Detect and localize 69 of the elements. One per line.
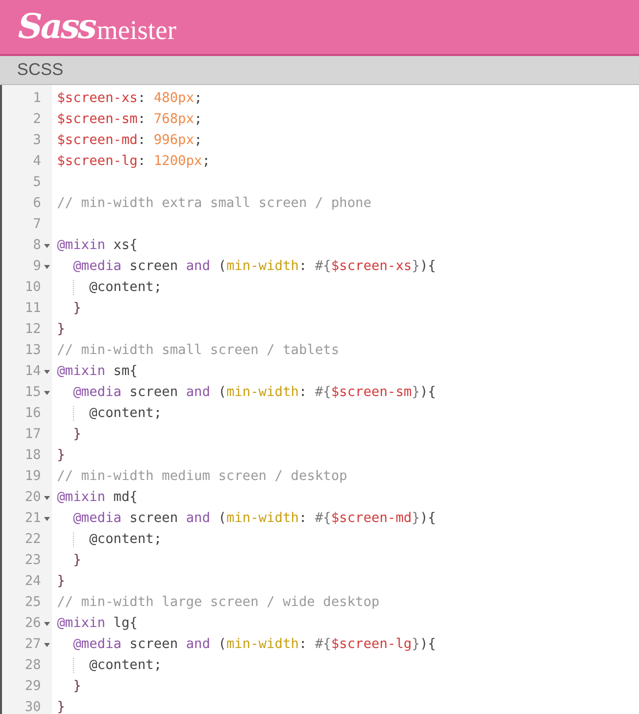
code-line: } — [72, 427, 82, 442]
line-number: 22 — [24, 532, 41, 547]
code-line: @mixin lg{ — [56, 616, 138, 631]
line-number: 20 — [24, 490, 41, 505]
line-number: 18 — [24, 448, 41, 463]
line-number: 1 — [32, 91, 41, 106]
code-line: @content; — [52, 280, 162, 295]
fold-caret-icon[interactable] — [44, 622, 50, 626]
line-number: 26 — [24, 616, 41, 631]
code-line: @media screen and (min-width: #{$screen-md}){ — [72, 511, 436, 526]
code-line: $screen-lg: 1200px; — [56, 154, 210, 169]
code-line: } — [56, 322, 66, 337]
line-number: 5 — [32, 175, 41, 190]
line-number: 4 — [32, 154, 41, 169]
code-line: @content; — [52, 532, 162, 547]
code-line: // min-width extra small screen / phone — [56, 196, 372, 211]
code-line: } — [56, 448, 66, 463]
code-line: $screen-md: 996px; — [56, 133, 202, 148]
fold-caret-icon[interactable] — [44, 244, 50, 248]
line-number: 8 — [32, 238, 41, 253]
code-line: @media screen and (min-width: #{$screen-xs}){ — [72, 259, 436, 274]
code-line: @media screen and (min-width: #{$screen-lg}){ — [72, 637, 436, 652]
line-number: 3 — [32, 133, 41, 148]
fold-caret-icon[interactable] — [44, 496, 50, 500]
code-line: $screen-sm: 768px; — [56, 112, 202, 127]
code-line: $screen-xs: 480px; — [56, 91, 202, 106]
line-number: 25 — [24, 595, 41, 610]
code-line: @content; — [52, 406, 162, 421]
fold-caret-icon[interactable] — [44, 390, 50, 394]
code-line: } — [72, 679, 82, 694]
fold-caret-icon[interactable] — [44, 516, 50, 520]
line-number: 17 — [24, 427, 41, 442]
line-number: 9 — [32, 259, 41, 274]
code-line: @mixin md{ — [56, 490, 138, 505]
line-number: 7 — [32, 217, 41, 232]
fold-caret-icon[interactable] — [44, 264, 50, 268]
line-number: 11 — [24, 301, 41, 316]
code-line: // min-width medium screen / desktop — [56, 469, 348, 484]
line-number: 2 — [32, 112, 41, 127]
code-line: } — [72, 301, 82, 316]
logo-script: Sass — [18, 10, 95, 44]
line-number: 16 — [24, 406, 41, 421]
code-line: @content; — [52, 658, 162, 673]
code-line: // min-width small screen / tablets — [56, 343, 340, 358]
line-number: 19 — [24, 469, 41, 484]
fold-caret-icon[interactable] — [44, 642, 50, 646]
code-line: } — [56, 574, 66, 589]
line-number: 27 — [24, 637, 41, 652]
code-line: @media screen and (min-width: #{$screen-sm}){ — [72, 385, 436, 400]
fold-caret-icon[interactable] — [44, 370, 50, 374]
line-number: 24 — [24, 574, 41, 589]
line-number: 12 — [24, 322, 41, 337]
code-line: @mixin xs{ — [56, 238, 138, 253]
line-number: 23 — [24, 553, 41, 568]
line-number: 15 — [24, 385, 41, 400]
line-number: 29 — [24, 679, 41, 694]
code-line: } — [72, 553, 82, 568]
line-number: 30 — [24, 700, 41, 714]
line-number: 28 — [24, 658, 41, 673]
line-number: 10 — [24, 280, 41, 295]
line-number: 6 — [32, 196, 41, 211]
line-number: 21 — [24, 511, 41, 526]
line-number: 13 — [24, 343, 41, 358]
code-line: // min-width large screen / wide desktop — [56, 595, 380, 610]
line-number: 14 — [24, 364, 41, 379]
panel-title: SCSS — [17, 60, 64, 80]
code-line: } — [56, 700, 66, 714]
code-line: @mixin sm{ — [56, 364, 138, 379]
logo-wordmark: meister — [96, 16, 176, 44]
